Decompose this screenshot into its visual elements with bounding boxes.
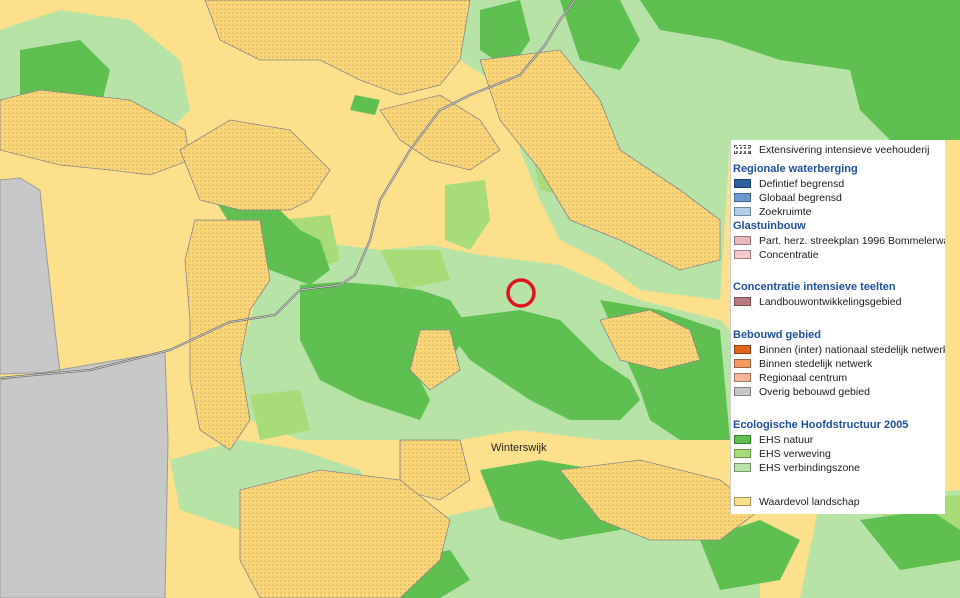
- legend-item: Concentratie: [731, 248, 819, 261]
- legend-label: EHS verweving: [759, 447, 831, 460]
- legend-group-title: Glastuinbouw: [733, 220, 806, 232]
- legend-group-title: Bebouwd gebied: [733, 329, 821, 341]
- legend-label: Binnen (inter) nationaal stedelijk netwe…: [759, 343, 945, 356]
- legend-item: EHS natuur: [731, 433, 813, 446]
- place-label-winterswijk: Winterswijk: [491, 442, 547, 454]
- legend-swatch: [734, 463, 751, 472]
- legend-group-title: Concentratie intensieve teelten: [733, 281, 896, 293]
- legend-item: EHS verweving: [731, 447, 831, 460]
- legend-item: Binnen stedelijk netwerk: [731, 357, 872, 370]
- legend-label: Concentratie: [759, 248, 819, 261]
- legend-label: EHS natuur: [759, 433, 814, 446]
- legend-item: EHS verbindingszone: [731, 461, 860, 474]
- legend-group-title: Regionale waterberging: [733, 163, 858, 175]
- legend-group-title: Ecologische Hoofdstructuur 2005: [733, 419, 909, 431]
- legend-item: Defintief begrensd: [731, 177, 844, 190]
- legend-item-extensivering: Extensivering intensieve veehouderij: [731, 143, 929, 156]
- legend-swatch: [734, 387, 751, 396]
- legend-label: Overig bebouwd gebied: [759, 385, 870, 398]
- legend-label: Zoekruimte: [759, 205, 812, 218]
- map-legend: Extensivering intensieve veehouderij Regi…: [730, 140, 945, 514]
- legend-label: Waardevol landschap: [759, 495, 860, 508]
- legend-swatch: [734, 449, 751, 458]
- legend-swatch: [734, 250, 751, 259]
- legend-label: Extensivering intensieve veehouderij: [759, 143, 930, 156]
- legend-item: Globaal begrensd: [731, 191, 842, 204]
- legend-label: Landbouwontwikkelingsgebied: [759, 295, 902, 308]
- legend-item: Regionaal centrum: [731, 371, 847, 384]
- legend-swatch: [734, 179, 751, 188]
- legend-label: EHS verbindingszone: [759, 461, 860, 474]
- legend-swatch: [734, 145, 751, 154]
- legend-swatch: [734, 359, 751, 368]
- legend-label: Globaal begrensd: [759, 191, 842, 204]
- legend-label: Regionaal centrum: [759, 371, 848, 384]
- legend-swatch: [734, 193, 751, 202]
- legend-label: Part. herz. streekplan 1996 Bommelerwaar…: [759, 234, 945, 247]
- legend-swatch: [734, 373, 751, 382]
- legend-item: Waardevol landschap: [731, 495, 860, 508]
- legend-item: Binnen (inter) nationaal stedelijk netwe…: [731, 343, 945, 356]
- legend-item: Overig bebouwd gebied: [731, 385, 870, 398]
- legend-item: Landbouwontwikkelingsgebied: [731, 295, 901, 308]
- legend-swatch: [734, 435, 751, 444]
- legend-label: Defintief begrensd: [759, 177, 845, 190]
- legend-swatch: [734, 497, 751, 506]
- legend-label: Binnen stedelijk netwerk: [759, 357, 873, 370]
- legend-swatch: [734, 207, 751, 216]
- legend-item: Zoekruimte: [731, 205, 812, 218]
- legend-swatch: [734, 297, 751, 306]
- legend-swatch: [734, 236, 751, 245]
- legend-swatch: [734, 345, 751, 354]
- legend-item: Part. herz. streekplan 1996 Bommelerwaar…: [731, 234, 945, 247]
